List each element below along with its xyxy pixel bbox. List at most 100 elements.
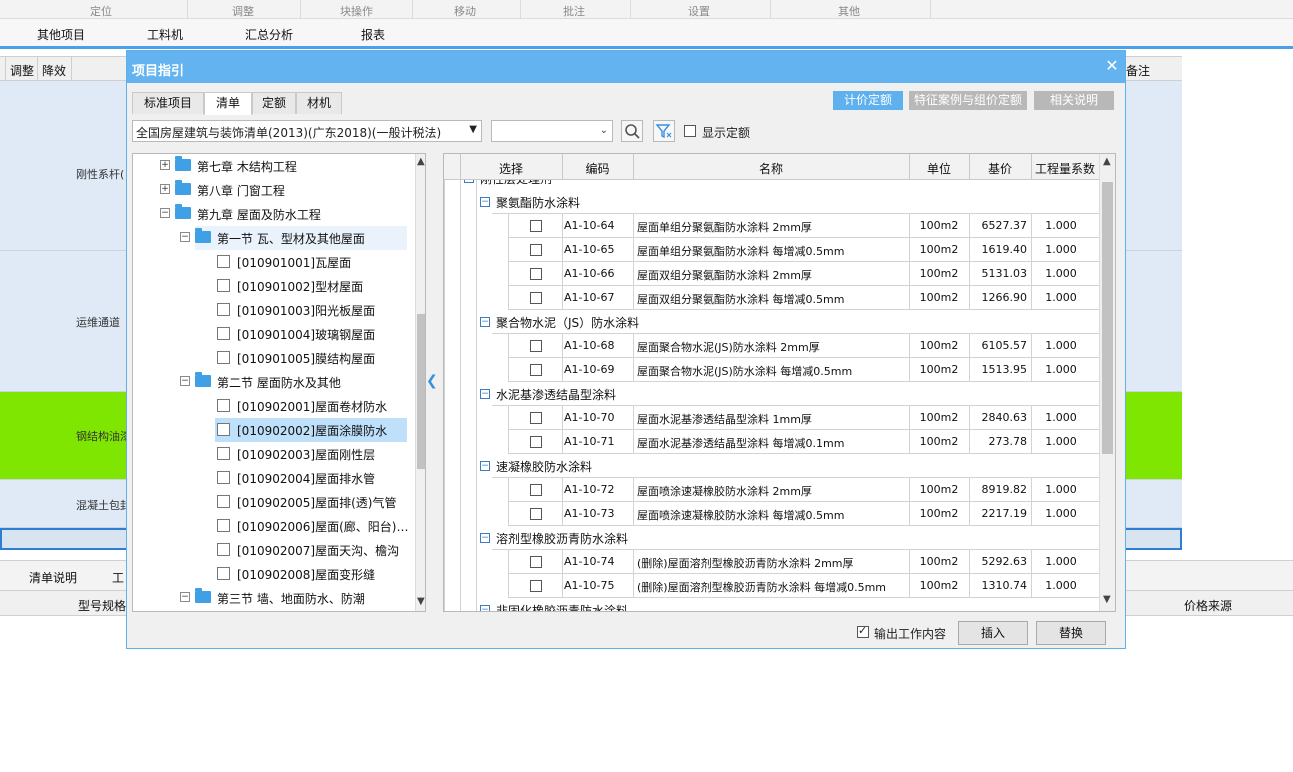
column-remarks[interactable]: 备注: [1126, 62, 1150, 79]
collapse-splitter-icon[interactable]: ❮: [426, 373, 438, 393]
scroll-up-icon[interactable]: ▲: [1103, 156, 1111, 167]
column-adjust[interactable]: 调整: [10, 62, 34, 79]
row-select-checkbox[interactable]: [530, 244, 542, 256]
collapse-toggle-icon[interactable]: −: [480, 389, 490, 399]
tree-item-checkbox[interactable]: [217, 255, 230, 268]
column-price-source[interactable]: 价格来源: [1184, 597, 1232, 614]
group-row-partial[interactable]: − 刚性层处理剂: [444, 180, 1099, 190]
tree-node[interactable]: + 第七章 木结构工程: [133, 154, 415, 178]
expand-toggle-icon[interactable]: +: [160, 160, 170, 170]
output-work-content-checkbox[interactable]: ✓: [857, 624, 869, 638]
row-select-checkbox[interactable]: [530, 436, 542, 448]
tab-quota[interactable]: 定额: [252, 92, 296, 114]
row-select-checkbox[interactable]: [530, 220, 542, 232]
row-select-checkbox[interactable]: [530, 268, 542, 280]
tree-node[interactable]: [010902004]屋面排水管: [133, 466, 415, 490]
group-row[interactable]: − 溶剂型橡胶沥青防水涂料: [444, 526, 1099, 550]
tree-node[interactable]: [010901003]阳光板屋面: [133, 298, 415, 322]
quota-row[interactable]: A1-10-75 (删除)屋面溶剂型橡胶沥青防水涂料 每增减0.5mm 100m2 1…: [444, 574, 1099, 598]
expand-toggle-icon[interactable]: −: [160, 208, 170, 218]
scrollbar-thumb[interactable]: [1102, 182, 1113, 454]
group-row-partial[interactable]: − 非固化橡胶沥青防水涂料: [444, 598, 1099, 611]
quota-row[interactable]: A1-10-74 (删除)屋面溶剂型橡胶沥青防水涂料 2mm厚 100m2 5292.…: [444, 550, 1099, 574]
tree-node[interactable]: [010901004]玻璃钢屋面: [133, 322, 415, 346]
tab-materials[interactable]: 材机: [296, 92, 342, 114]
expand-toggle-icon[interactable]: −: [180, 232, 190, 242]
tree-item-checkbox[interactable]: [217, 327, 230, 340]
row-select-checkbox[interactable]: [530, 484, 542, 496]
expand-toggle-icon[interactable]: +: [160, 184, 170, 194]
tree-node[interactable]: [010902003]屋面刚性层: [133, 442, 415, 466]
library-select[interactable]: 全国房屋建筑与装饰清单(2013)(广东2018)(一般计税法) ▼: [132, 120, 482, 142]
tree-node[interactable]: [010902001]屋面卷材防水: [133, 394, 415, 418]
scroll-down-icon[interactable]: ▼: [1103, 594, 1111, 605]
chevron-down-icon[interactable]: ⌄: [600, 125, 608, 136]
close-icon[interactable]: ✕: [1103, 57, 1121, 75]
group-row[interactable]: − 水泥基渗透结晶型涂料: [444, 382, 1099, 406]
pricing-quota-button[interactable]: 计价定额: [833, 91, 903, 110]
quota-row[interactable]: A1-10-67 屋面双组分聚氨酯防水涂料 每增减0.5mm 100m2 1266.9…: [444, 286, 1099, 310]
scroll-up-icon[interactable]: ▲: [417, 156, 425, 167]
row-select-checkbox[interactable]: [530, 556, 542, 568]
scrollbar-thumb[interactable]: [417, 314, 425, 469]
collapse-toggle-icon[interactable]: −: [480, 461, 490, 471]
tree-scrollbar[interactable]: ▲ ▼: [415, 154, 425, 611]
row-select-checkbox[interactable]: [530, 340, 542, 352]
tree-item-checkbox[interactable]: [217, 351, 230, 364]
tree-node[interactable]: [010902008]屋面变形缝: [133, 562, 415, 586]
quota-grid-scrollbar[interactable]: ▲ ▼: [1099, 154, 1115, 611]
expand-toggle-icon[interactable]: −: [180, 376, 190, 386]
tree-item-checkbox[interactable]: [217, 399, 230, 412]
quota-row[interactable]: A1-10-69 屋面聚合物水泥(JS)防水涂料 每增减0.5mm 100m2 151…: [444, 358, 1099, 382]
tab-bill-list[interactable]: 清单: [204, 92, 252, 115]
quota-row[interactable]: A1-10-70 屋面水泥基渗透结晶型涂料 1mm厚 100m2 2840.63 1.0…: [444, 406, 1099, 430]
expand-toggle-icon[interactable]: −: [180, 592, 190, 602]
tree-node[interactable]: + 第八章 门窗工程: [133, 178, 415, 202]
row-select-checkbox[interactable]: [530, 412, 542, 424]
quota-row[interactable]: A1-10-68 屋面聚合物水泥(JS)防水涂料 2mm厚 100m2 6105.57…: [444, 334, 1099, 358]
tree-item-checkbox[interactable]: [217, 279, 230, 292]
tree-item-checkbox[interactable]: [217, 303, 230, 316]
tree-node[interactable]: [010902005]屋面排(透)气管: [133, 490, 415, 514]
tree-node[interactable]: [010901005]膜结构屋面: [133, 346, 415, 370]
tree-item-checkbox[interactable]: [217, 495, 230, 508]
row-select-checkbox[interactable]: [530, 580, 542, 592]
quota-row[interactable]: A1-10-73 屋面喷涂速凝橡胶防水涂料 每增减0.5mm 100m2 2217.1…: [444, 502, 1099, 526]
tab-summary[interactable]: 汇总分析: [245, 26, 293, 43]
tree-node[interactable]: [010902006]屋面(廊、阳台)…: [133, 514, 415, 538]
tree-node[interactable]: − 第三节 墙、地面防水、防潮: [133, 586, 415, 610]
row-select-checkbox[interactable]: [530, 364, 542, 376]
tree-item-checkbox[interactable]: [217, 567, 230, 580]
tree-node[interactable]: − 第九章 屋面及防水工程: [133, 202, 415, 226]
collapse-toggle-icon[interactable]: −: [464, 180, 474, 183]
tab-work[interactable]: 工: [112, 569, 124, 586]
quota-row[interactable]: A1-10-66 屋面双组分聚氨酯防水涂料 2mm厚 100m2 5131.03 1.0…: [444, 262, 1099, 286]
collapse-toggle-icon[interactable]: −: [480, 317, 490, 327]
tree-item-checkbox[interactable]: [217, 471, 230, 484]
tree-node[interactable]: − 第一节 瓦、型材及其他屋面: [180, 226, 407, 250]
group-row[interactable]: − 聚氨酯防水涂料: [444, 190, 1099, 214]
tree-node[interactable]: − 第二节 屋面防水及其他: [133, 370, 415, 394]
collapse-toggle-icon[interactable]: −: [480, 533, 490, 543]
tree-item-checkbox[interactable]: [217, 519, 230, 532]
related-notes-button[interactable]: 相关说明: [1034, 91, 1114, 110]
dialog-titlebar[interactable]: 项目指引 ✕: [127, 51, 1125, 83]
replace-button[interactable]: 替换: [1036, 621, 1106, 645]
quota-row[interactable]: A1-10-64 屋面单组分聚氨酯防水涂料 2mm厚 100m2 6527.37 1.0…: [444, 214, 1099, 238]
filter-button[interactable]: [653, 120, 675, 142]
column-reduce-efficiency[interactable]: 降效: [42, 62, 66, 79]
quota-row[interactable]: A1-10-71 屋面水泥基渗透结晶型涂料 每增减0.1mm 100m2 273.78…: [444, 430, 1099, 454]
show-quota-checkbox[interactable]: [684, 125, 696, 137]
search-button[interactable]: [621, 120, 643, 142]
group-row[interactable]: − 速凝橡胶防水涂料: [444, 454, 1099, 478]
insert-button[interactable]: 插入: [958, 621, 1028, 645]
tab-other-items[interactable]: 其他项目: [37, 26, 85, 43]
tab-standard-items[interactable]: 标准项目: [132, 92, 204, 114]
tab-labor-material[interactable]: 工料机: [147, 26, 183, 43]
dropdown-arrow-icon[interactable]: ▼: [469, 124, 477, 135]
tab-reports[interactable]: 报表: [361, 26, 385, 43]
row-select-checkbox[interactable]: [530, 292, 542, 304]
tree-item-checkbox[interactable]: [217, 543, 230, 556]
feature-cases-button[interactable]: 特征案例与组价定额: [909, 91, 1027, 110]
tree-node[interactable]: [010901001]瓦屋面: [133, 250, 415, 274]
